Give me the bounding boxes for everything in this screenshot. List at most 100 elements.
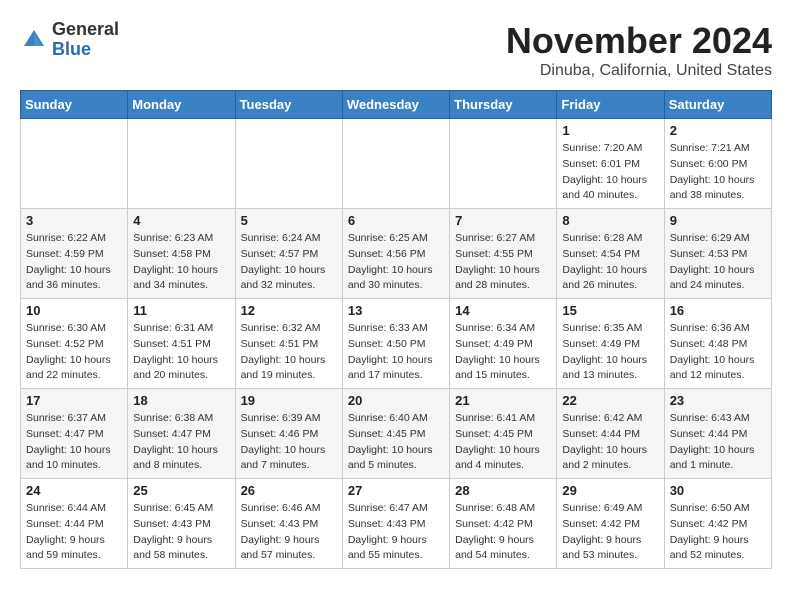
calendar-cell: 5Sunrise: 6:24 AM Sunset: 4:57 PM Daylig… — [235, 209, 342, 299]
weekday-header-saturday: Saturday — [664, 91, 771, 119]
day-number: 25 — [133, 483, 229, 498]
location: Dinuba, California, United States — [506, 62, 772, 80]
calendar-cell: 7 Sunrise: 6:27 AM Sunset: 4:55 PM Daylig… — [450, 209, 557, 299]
calendar-cell: 25 Sunrise: 6:45 AM Sunset: 4:43 PM Dayli… — [128, 479, 235, 569]
day-info: Sunrise: 6:32 AM Sunset: 4:51 PM Dayligh… — [241, 321, 337, 384]
day-info: Sunrise: 7:21 AM Sunset: 6:00 PM Dayligh… — [670, 141, 766, 204]
day-number: 21 — [455, 393, 551, 408]
weekday-header-thursday: Thursday — [450, 91, 557, 119]
day-info: Sunrise: 6:42 AM Sunset: 4:44 PM Dayligh… — [562, 411, 658, 474]
day-number: 24 — [26, 483, 122, 498]
day-info: Sunrise: 6:34 AM Sunset: 4:49 PM Dayligh… — [455, 321, 551, 384]
day-number: 22 — [562, 393, 658, 408]
calendar-cell: 29 Sunrise: 6:49 AM Sunset: 4:42 PM Dayli… — [557, 479, 664, 569]
calendar-cell: 19 Sunrise: 6:39 AM Sunset: 4:46 PM Dayli… — [235, 389, 342, 479]
day-number: 11 — [133, 303, 229, 318]
day-number: 3 — [26, 213, 122, 228]
calendar-week-3: 10Sunrise: 6:30 AM Sunset: 4:52 PM Dayli… — [21, 299, 772, 389]
day-number: 23 — [670, 393, 766, 408]
weekday-header-monday: Monday — [128, 91, 235, 119]
day-info: Sunrise: 6:50 AM Sunset: 4:42 PM Dayligh… — [670, 501, 766, 564]
day-number: 8 — [562, 213, 658, 228]
day-info: Sunrise: 6:45 AM Sunset: 4:43 PM Dayligh… — [133, 501, 229, 564]
page-header: General Blue November 2024 Dinuba, Calif… — [20, 20, 772, 80]
calendar-cell: 26Sunrise: 6:46 AM Sunset: 4:43 PM Dayli… — [235, 479, 342, 569]
day-info: Sunrise: 6:44 AM Sunset: 4:44 PM Dayligh… — [26, 501, 122, 564]
day-info: Sunrise: 6:30 AM Sunset: 4:52 PM Dayligh… — [26, 321, 122, 384]
calendar-cell: 16 Sunrise: 6:36 AM Sunset: 4:48 PM Dayli… — [664, 299, 771, 389]
logo-blue: Blue — [52, 39, 91, 59]
calendar-cell: 11 Sunrise: 6:31 AM Sunset: 4:51 PM Dayli… — [128, 299, 235, 389]
month-year: November 2024 — [506, 20, 772, 62]
calendar-cell: 20Sunrise: 6:40 AM Sunset: 4:45 PM Dayli… — [342, 389, 449, 479]
calendar-cell — [21, 119, 128, 209]
day-info: Sunrise: 6:39 AM Sunset: 4:46 PM Dayligh… — [241, 411, 337, 474]
calendar-cell: 14 Sunrise: 6:34 AM Sunset: 4:49 PM Dayli… — [450, 299, 557, 389]
day-number: 6 — [348, 213, 444, 228]
calendar-cell: 15Sunrise: 6:35 AM Sunset: 4:49 PM Dayli… — [557, 299, 664, 389]
day-info: Sunrise: 6:25 AM Sunset: 4:56 PM Dayligh… — [348, 231, 444, 294]
day-info: Sunrise: 6:40 AM Sunset: 4:45 PM Dayligh… — [348, 411, 444, 474]
day-number: 9 — [670, 213, 766, 228]
calendar-cell: 21 Sunrise: 6:41 AM Sunset: 4:45 PM Dayli… — [450, 389, 557, 479]
weekday-header-sunday: Sunday — [21, 91, 128, 119]
day-number: 4 — [133, 213, 229, 228]
logo-general: General — [52, 19, 119, 39]
title-block: November 2024 Dinuba, California, United… — [506, 20, 772, 80]
day-number: 19 — [241, 393, 337, 408]
day-number: 1 — [562, 123, 658, 138]
day-info: Sunrise: 6:46 AM Sunset: 4:43 PM Dayligh… — [241, 501, 337, 564]
calendar-cell: 23 Sunrise: 6:43 AM Sunset: 4:44 PM Dayli… — [664, 389, 771, 479]
calendar-cell — [128, 119, 235, 209]
day-info: Sunrise: 6:37 AM Sunset: 4:47 PM Dayligh… — [26, 411, 122, 474]
day-number: 29 — [562, 483, 658, 498]
calendar-cell: 9 Sunrise: 6:29 AM Sunset: 4:53 PM Daylig… — [664, 209, 771, 299]
day-info: Sunrise: 6:27 AM Sunset: 4:55 PM Dayligh… — [455, 231, 551, 294]
calendar-cell: 30Sunrise: 6:50 AM Sunset: 4:42 PM Dayli… — [664, 479, 771, 569]
calendar-cell: 22 Sunrise: 6:42 AM Sunset: 4:44 PM Dayli… — [557, 389, 664, 479]
calendar-cell — [450, 119, 557, 209]
day-info: Sunrise: 6:49 AM Sunset: 4:42 PM Dayligh… — [562, 501, 658, 564]
day-info: Sunrise: 6:29 AM Sunset: 4:53 PM Dayligh… — [670, 231, 766, 294]
calendar-cell — [342, 119, 449, 209]
calendar-table: SundayMondayTuesdayWednesdayThursdayFrid… — [20, 90, 772, 569]
day-number: 7 — [455, 213, 551, 228]
calendar-cell: 13 Sunrise: 6:33 AM Sunset: 4:50 PM Dayli… — [342, 299, 449, 389]
day-info: Sunrise: 6:35 AM Sunset: 4:49 PM Dayligh… — [562, 321, 658, 384]
day-info: Sunrise: 6:38 AM Sunset: 4:47 PM Dayligh… — [133, 411, 229, 474]
day-info: Sunrise: 6:33 AM Sunset: 4:50 PM Dayligh… — [348, 321, 444, 384]
calendar-cell: 2 Sunrise: 7:21 AM Sunset: 6:00 PM Daylig… — [664, 119, 771, 209]
weekday-header-tuesday: Tuesday — [235, 91, 342, 119]
day-info: Sunrise: 6:23 AM Sunset: 4:58 PM Dayligh… — [133, 231, 229, 294]
calendar-cell: 28Sunrise: 6:48 AM Sunset: 4:42 PM Dayli… — [450, 479, 557, 569]
day-number: 14 — [455, 303, 551, 318]
logo: General Blue — [20, 20, 119, 60]
day-info: Sunrise: 6:41 AM Sunset: 4:45 PM Dayligh… — [455, 411, 551, 474]
day-number: 18 — [133, 393, 229, 408]
calendar-cell: 27Sunrise: 6:47 AM Sunset: 4:43 PM Dayli… — [342, 479, 449, 569]
calendar-cell — [235, 119, 342, 209]
calendar-cell: 24 Sunrise: 6:44 AM Sunset: 4:44 PM Dayli… — [21, 479, 128, 569]
day-info: Sunrise: 6:36 AM Sunset: 4:48 PM Dayligh… — [670, 321, 766, 384]
calendar-cell: 10Sunrise: 6:30 AM Sunset: 4:52 PM Dayli… — [21, 299, 128, 389]
day-number: 13 — [348, 303, 444, 318]
calendar-week-1: 1 Sunrise: 7:20 AM Sunset: 6:01 PM Daylig… — [21, 119, 772, 209]
calendar-cell: 18 Sunrise: 6:38 AM Sunset: 4:47 PM Dayli… — [128, 389, 235, 479]
weekday-header-wednesday: Wednesday — [342, 91, 449, 119]
day-number: 2 — [670, 123, 766, 138]
logo-icon — [20, 26, 48, 54]
calendar-cell: 12Sunrise: 6:32 AM Sunset: 4:51 PM Dayli… — [235, 299, 342, 389]
calendar-week-2: 3Sunrise: 6:22 AM Sunset: 4:59 PM Daylig… — [21, 209, 772, 299]
day-number: 28 — [455, 483, 551, 498]
calendar-cell: 8Sunrise: 6:28 AM Sunset: 4:54 PM Daylig… — [557, 209, 664, 299]
day-info: Sunrise: 6:31 AM Sunset: 4:51 PM Dayligh… — [133, 321, 229, 384]
day-number: 16 — [670, 303, 766, 318]
weekday-header-row: SundayMondayTuesdayWednesdayThursdayFrid… — [21, 91, 772, 119]
calendar-cell: 6 Sunrise: 6:25 AM Sunset: 4:56 PM Daylig… — [342, 209, 449, 299]
day-number: 17 — [26, 393, 122, 408]
day-info: Sunrise: 7:20 AM Sunset: 6:01 PM Dayligh… — [562, 141, 658, 204]
day-info: Sunrise: 6:47 AM Sunset: 4:43 PM Dayligh… — [348, 501, 444, 564]
day-info: Sunrise: 6:43 AM Sunset: 4:44 PM Dayligh… — [670, 411, 766, 474]
calendar-cell: 4 Sunrise: 6:23 AM Sunset: 4:58 PM Daylig… — [128, 209, 235, 299]
logo-text: General Blue — [52, 20, 119, 60]
